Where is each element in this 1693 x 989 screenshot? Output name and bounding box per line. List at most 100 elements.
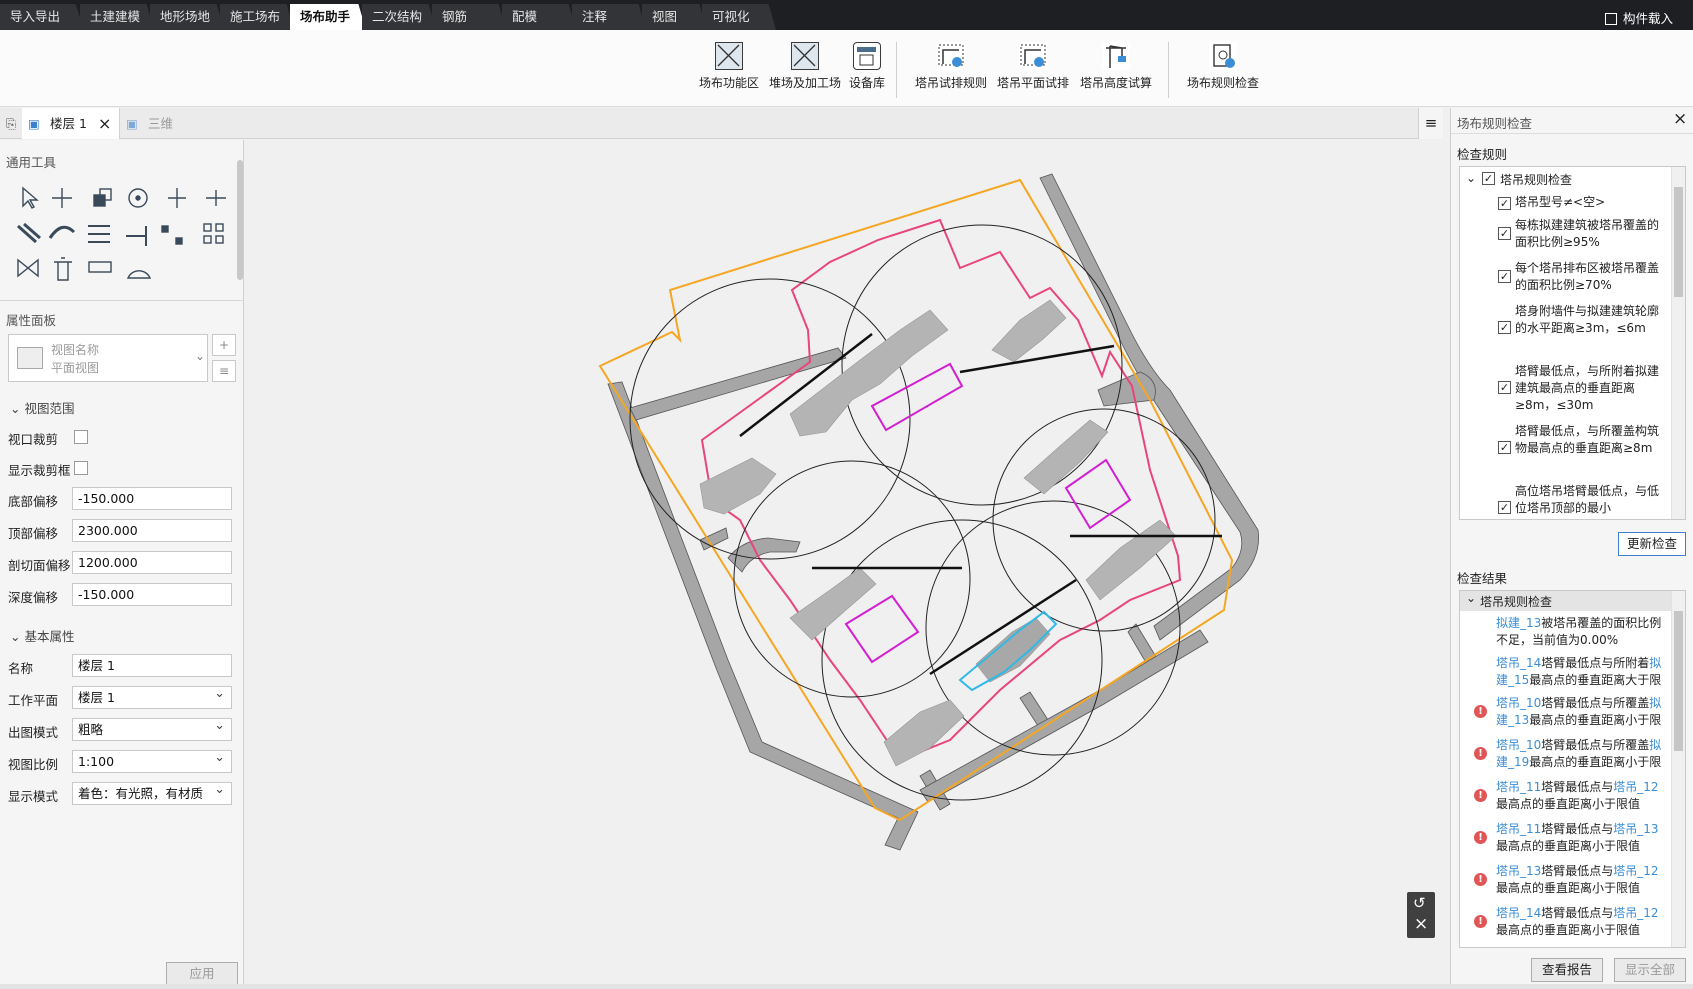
result-item[interactable]: 拟建_13被塔吊覆盖的面积比例不足，当前值为0.00% (1496, 615, 1668, 649)
device-library-button[interactable]: 设备库 (845, 42, 889, 91)
result-link[interactable]: 塔吊_10 (1496, 696, 1541, 710)
rule-root-checkbox[interactable]: ✓ (1482, 172, 1495, 185)
depth-offset-input[interactable]: -150.000 (72, 583, 232, 606)
results-tree[interactable]: ⌄ 塔吊规则检查 拟建_13被塔吊覆盖的面积比例不足，当前值为0.00% 塔吊_1… (1459, 590, 1686, 948)
module-tab-2[interactable]: 地形场地 (150, 4, 224, 30)
crane-height-calc-button[interactable]: 塔吊高度试算 (1077, 42, 1155, 91)
display-mode-select[interactable]: 着色：有光照，有材质 (72, 779, 232, 805)
pin-icon[interactable]: ⎘ (0, 108, 22, 139)
break-icon[interactable] (126, 226, 147, 246)
result-item[interactable]: 塔吊_11塔臂最低点与塔吊_12 最高点的垂直距离小于限值 (1496, 779, 1668, 813)
view-menu-icon[interactable]: ≡ (1418, 108, 1443, 139)
drawing-canvas[interactable]: ↺ × (250, 140, 1443, 984)
module-tab-6[interactable]: 钢筋 (432, 4, 506, 30)
result-link[interactable]: 塔吊_12 (1613, 906, 1658, 920)
bottom-offset-input[interactable]: -150.000 (72, 487, 232, 510)
result-item[interactable]: 塔吊_13塔臂最低点与塔吊_12 最高点的垂直距离小于限值 (1496, 863, 1668, 897)
site-plan-drawing[interactable] (250, 140, 1443, 984)
delete-icon[interactable] (54, 257, 72, 281)
view-report-button[interactable]: 查看报告 (1531, 958, 1603, 982)
cut-plane-offset-input[interactable]: 1200.000 (72, 551, 232, 574)
result-link[interactable]: 塔吊_13 (1496, 864, 1541, 878)
drawing-mode-select[interactable]: 粗略 (72, 715, 232, 741)
rule-checkbox-3[interactable]: ✓ (1498, 270, 1511, 283)
crane-layout-rule-button[interactable]: 塔吊试排规则 (912, 42, 990, 91)
result-link[interactable]: 塔吊_10 (1496, 738, 1541, 752)
result-item[interactable]: 塔吊_14塔臂最低点与塔吊_12 最高点的垂直距离小于限值 (1496, 905, 1668, 939)
name-input[interactable]: 楼层 1 (72, 654, 232, 677)
result-link[interactable]: 塔吊_11 (1496, 822, 1541, 836)
module-tab-1[interactable]: 土建建模 (80, 4, 154, 30)
rule-checkbox-4[interactable]: ✓ (1498, 321, 1511, 334)
array-icon[interactable] (161, 225, 169, 233)
result-link[interactable]: 拟建_13 (1496, 616, 1541, 630)
result-link[interactable]: 塔吊_14 (1496, 656, 1541, 670)
select-icon[interactable] (22, 186, 39, 209)
result-root-row[interactable]: ⌄ 塔吊规则检查 (1460, 591, 1673, 611)
yard-processing-button[interactable]: 堆场及加工场 (762, 42, 848, 91)
measure-icon[interactable] (88, 261, 112, 273)
module-tab-7[interactable]: 配模 (502, 4, 576, 30)
result-link[interactable]: 塔吊_12 (1613, 864, 1658, 878)
site-rule-check-button[interactable]: 场布规则检查 (1183, 42, 1263, 91)
result-item[interactable]: 塔吊_10塔臂最低点与所覆盖拟建_13最高点的垂直距离小于限 (1496, 695, 1668, 729)
result-link[interactable]: 塔吊_12 (1613, 780, 1658, 794)
module-tab-10[interactable]: 可视化 (702, 4, 776, 30)
angle-measure-icon[interactable] (126, 270, 152, 279)
trim-icon[interactable] (168, 188, 186, 208)
chevron-down-icon[interactable]: ⌄ (1466, 171, 1476, 185)
result-item[interactable]: 塔吊_10塔臂最低点与所覆盖拟建_19最高点的垂直距离小于限 (1496, 737, 1668, 771)
extend-icon[interactable] (88, 225, 110, 243)
move-icon[interactable] (52, 188, 72, 208)
rule-checkbox-2[interactable]: ✓ (1498, 227, 1511, 240)
rule-checkbox-7[interactable]: ✓ (1498, 501, 1511, 514)
reset-view-icon[interactable]: ↺ (1413, 894, 1426, 912)
module-tab-5[interactable]: 二次结构 (362, 4, 436, 30)
result-item[interactable]: 塔吊_11塔臂最低点与塔吊_13 最高点的垂直距离小于限值 (1496, 821, 1668, 855)
align-icon[interactable] (48, 225, 76, 239)
split-icon[interactable] (206, 190, 226, 206)
site-function-area-button[interactable]: 场布功能区 (693, 42, 765, 91)
offset-icon[interactable] (17, 222, 41, 244)
module-tab-8[interactable]: 注释 (572, 4, 646, 30)
rules-scrollbar[interactable] (1671, 167, 1685, 519)
module-tab-0[interactable]: 导入导出 (0, 4, 84, 30)
result-link[interactable]: 塔吊_13 (1613, 822, 1658, 836)
group-icon[interactable] (203, 223, 212, 232)
close-icon[interactable]: × (98, 108, 111, 139)
rules-tree[interactable]: ⌄ ✓ 塔吊规则检查 ✓ 塔吊型号≠<空> ✓ 每栋拟建建筑被塔吊覆盖的面积比例… (1459, 166, 1686, 520)
module-tab-9[interactable]: 视图 (642, 4, 706, 30)
module-tab-4[interactable]: 场布助手 (290, 4, 366, 30)
view-scale-select[interactable]: 1:100 (72, 747, 232, 773)
result-item[interactable]: 塔吊_14塔臂最低点与所附着拟建_15最高点的垂直距离大于限 (1496, 655, 1668, 689)
view-type-selector[interactable]: 视图名称 平面视图 ⌄ (8, 334, 208, 382)
rule-checkbox-5[interactable]: ✓ (1498, 381, 1511, 394)
module-tab-3[interactable]: 施工场布 (220, 4, 294, 30)
rule-checkbox-6[interactable]: ✓ (1498, 441, 1511, 454)
crane-plan-layout-button[interactable]: 塔吊平面试排 (994, 42, 1072, 91)
top-offset-input[interactable]: 2300.000 (72, 519, 232, 542)
rule-checkbox-1[interactable]: ✓ (1498, 197, 1511, 210)
view-settings-icon[interactable]: ≡ (212, 360, 236, 382)
show-crop-box-checkbox[interactable] (74, 461, 88, 475)
close-icon[interactable]: × (1673, 109, 1687, 129)
viewport-crop-checkbox[interactable] (74, 430, 88, 444)
load-component-button[interactable]: 构件载入 (1604, 8, 1673, 27)
close-icon[interactable]: × (1414, 914, 1428, 934)
basic-props-group[interactable]: ⌄ 基本属性 (10, 626, 74, 645)
apply-button[interactable]: 应用 (166, 962, 238, 986)
work-plane-select[interactable]: 楼层 1 (72, 683, 232, 709)
view-range-group[interactable]: ⌄ 视图范围 (10, 398, 74, 417)
chevron-down-icon[interactable]: ⌄ (1466, 591, 1476, 605)
ribbon-toolbar: 场布功能区 堆场及加工场 设备库 塔吊试排规则 塔吊平面试排 塔吊高度试算 场布… (0, 30, 1693, 107)
result-link[interactable]: 塔吊_11 (1496, 780, 1541, 794)
add-view-icon[interactable]: + (212, 334, 236, 356)
results-scrollbar[interactable] (1671, 591, 1685, 947)
show-all-button[interactable]: 显示全部 (1614, 958, 1686, 982)
tab-3d[interactable]: ▣ 三维 (122, 108, 192, 139)
mirror-icon[interactable] (17, 258, 39, 278)
result-link[interactable]: 塔吊_14 (1496, 906, 1541, 920)
update-check-button[interactable]: 更新检查 (1618, 532, 1686, 556)
tab-floor-1[interactable]: ▣ 楼层 1 × (22, 108, 120, 139)
tools-scrollbar[interactable] (237, 160, 243, 280)
